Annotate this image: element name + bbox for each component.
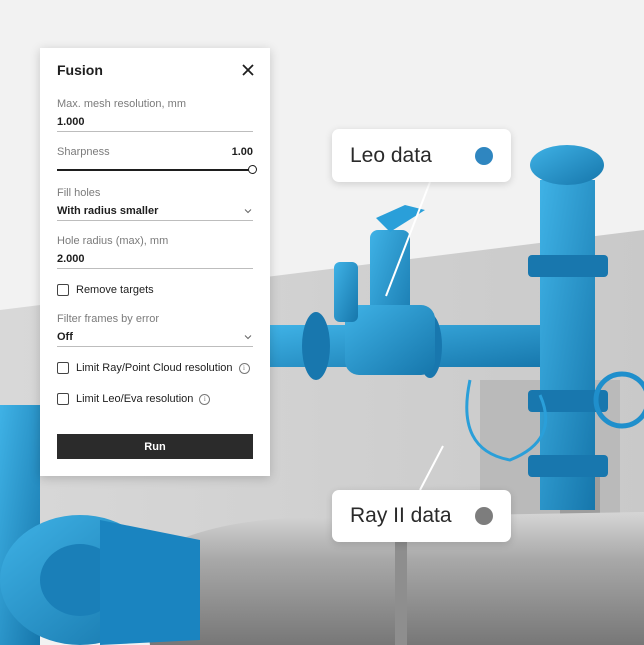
sharpness-slider[interactable] xyxy=(57,165,257,174)
chevron-down-icon xyxy=(244,209,252,214)
leo-flange-bottom xyxy=(528,455,608,477)
panel-title: Fusion xyxy=(57,62,103,78)
leo-small-valve xyxy=(334,262,358,322)
leo-flange-upper xyxy=(528,255,608,277)
fill-holes-value: With radius smaller xyxy=(57,205,159,217)
leo-data-label: Leo data xyxy=(350,143,432,167)
leo-valve-housing xyxy=(345,305,435,375)
leo-pipe-top xyxy=(530,145,604,185)
fill-holes-label: Fill holes xyxy=(57,187,101,199)
hole-radius-label: Hole radius (max), mm xyxy=(57,235,169,247)
limit-ray-row[interactable]: Limit Ray/Point Cloud resolution i xyxy=(57,362,250,374)
mesh-resolution-label: Max. mesh resolution, mm xyxy=(57,98,186,110)
fill-holes-field[interactable]: Fill holes With radius smaller xyxy=(57,187,253,221)
filter-frames-field[interactable]: Filter frames by error Off xyxy=(57,313,253,347)
sharpness-label: Sharpness xyxy=(57,146,110,158)
remove-targets-label: Remove targets xyxy=(76,284,154,296)
limit-ray-label: Limit Ray/Point Cloud resolution xyxy=(76,362,233,374)
limit-leo-label: Limit Leo/Eva resolution xyxy=(76,393,194,405)
fill-holes-select[interactable]: With radius smaller xyxy=(57,205,253,221)
ray-data-label: Ray II data xyxy=(350,504,452,527)
run-button[interactable]: Run xyxy=(57,434,253,459)
mesh-resolution-field[interactable]: Max. mesh resolution, mm 1.000 xyxy=(57,98,253,132)
remove-targets-row[interactable]: Remove targets xyxy=(57,284,154,296)
hole-radius-field[interactable]: Hole radius (max), mm 2.000 xyxy=(57,235,253,269)
remove-targets-checkbox[interactable] xyxy=(57,284,69,296)
filter-frames-value: Off xyxy=(57,331,73,343)
leo-left-pipe xyxy=(100,520,200,645)
hole-radius-input[interactable]: 2.000 xyxy=(57,253,253,269)
info-icon[interactable]: i xyxy=(199,393,211,405)
sharpness-slider-thumb[interactable] xyxy=(248,165,257,174)
sharpness-field: Sharpness 1.00 xyxy=(57,146,257,174)
leo-valve-handle xyxy=(376,205,425,232)
limit-leo-checkbox[interactable] xyxy=(57,393,69,405)
filter-frames-select[interactable]: Off xyxy=(57,331,253,347)
sharpness-value: 1.00 xyxy=(231,146,253,158)
limit-leo-row[interactable]: Limit Leo/Eva resolution i xyxy=(57,393,211,405)
chevron-down-icon xyxy=(244,335,252,340)
limit-ray-checkbox[interactable] xyxy=(57,362,69,374)
leo-data-callout: Leo data xyxy=(332,129,511,182)
mesh-resolution-input[interactable]: 1.000 xyxy=(57,116,253,132)
info-icon[interactable]: i xyxy=(238,362,250,374)
leo-pipe-flange xyxy=(302,312,330,380)
ray-data-callout: Ray II data xyxy=(332,490,511,542)
leo-color-dot xyxy=(475,146,493,165)
fusion-panel: Fusion Max. mesh resolution, mm 1.000 Sh… xyxy=(40,48,270,476)
close-icon[interactable] xyxy=(240,62,256,78)
filter-frames-label: Filter frames by error xyxy=(57,313,160,325)
ray-support-rod xyxy=(395,540,407,645)
ray-color-dot xyxy=(475,507,493,525)
